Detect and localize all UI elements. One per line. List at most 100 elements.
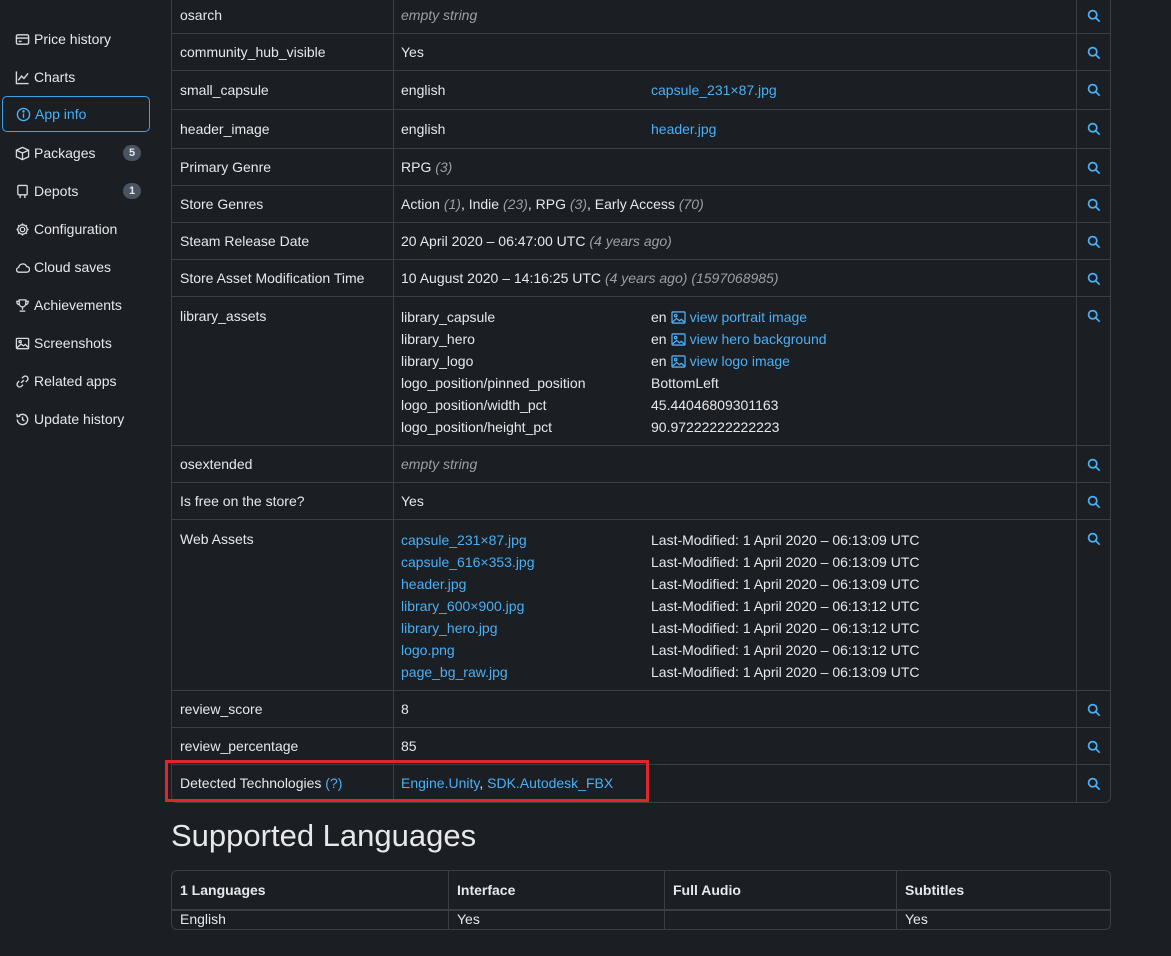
row-value: 85 xyxy=(401,738,417,754)
file-link[interactable]: capsule_616×353.jpg xyxy=(401,551,651,573)
table-row: library_assets library_capsule en view po… xyxy=(172,297,1110,446)
list-item: library_hero en view hero background xyxy=(401,331,827,347)
image-icon xyxy=(670,355,686,368)
sidebar-item-label: Cloud saves xyxy=(34,259,112,275)
search-icon[interactable] xyxy=(1077,520,1110,557)
table-row: header_image english header.jpg xyxy=(172,110,1110,149)
row-key: Primary Genre xyxy=(180,159,272,175)
row-value: Yes xyxy=(401,493,424,509)
sidebar-item-label: Related apps xyxy=(34,373,117,389)
sidebar-item-update-history[interactable]: Update history xyxy=(2,402,150,436)
app-info-table: osarch empty string community_hub_visibl… xyxy=(171,0,1111,803)
row-key: osarch xyxy=(180,7,223,23)
search-icon[interactable] xyxy=(1077,186,1110,223)
sidebar-item-related-apps[interactable]: Related apps xyxy=(2,364,150,398)
search-icon[interactable] xyxy=(1077,71,1110,108)
sidebar-item-configuration[interactable]: Configuration xyxy=(2,212,150,246)
file-link[interactable]: library_hero.jpg xyxy=(401,617,651,639)
view-logo-link[interactable]: view logo image xyxy=(690,353,790,369)
column-header: 1 Languages xyxy=(180,882,266,898)
column-header: Subtitles xyxy=(905,882,965,898)
date-value: 10 August 2020 – 14:16:25 UTC xyxy=(401,270,602,286)
genre-name: Early Access xyxy=(594,196,675,212)
list-item: library_hero.jpg Last-Modified: 1 April 2… xyxy=(401,617,1076,639)
sidebar-item-label: Packages xyxy=(34,145,96,161)
table-row: small_capsule english capsule_231×87.jpg xyxy=(172,71,1110,110)
section-title: Supported Languages xyxy=(171,818,477,853)
link-icon xyxy=(13,373,31,389)
file-link[interactable]: logo.png xyxy=(401,639,651,661)
row-key: header_image xyxy=(180,121,270,137)
search-icon[interactable] xyxy=(1077,483,1110,520)
row-value: 8 xyxy=(401,701,409,717)
row-value: 20 April 2020 – 06:47:00 UTC (4 years ag… xyxy=(401,223,1076,260)
chart-icon xyxy=(13,69,31,85)
sidebar-item-cloud-saves[interactable]: Cloud saves xyxy=(2,250,150,284)
list-item: page_bg_raw.jpg Last-Modified: 1 April 20… xyxy=(401,661,1076,683)
search-icon[interactable] xyxy=(1077,223,1110,260)
file-link[interactable]: header.jpg xyxy=(401,573,651,595)
row-key: Detected Technologies (?) xyxy=(180,775,343,791)
row-key: Store Asset Modification Time xyxy=(180,270,365,286)
language-value: english xyxy=(401,82,446,98)
language-cell: English xyxy=(180,911,226,927)
row-value: 10 August 2020 – 14:16:25 UTC (4 years a… xyxy=(401,260,1076,297)
history-icon xyxy=(13,411,31,427)
search-icon[interactable] xyxy=(1077,149,1110,186)
sidebar-item-label: Price history xyxy=(34,31,112,47)
view-portrait-link[interactable]: view portrait image xyxy=(690,309,808,325)
row-key: small_capsule xyxy=(180,82,269,98)
sidebar-item-price-history[interactable]: Price history xyxy=(2,22,150,56)
table-row: review_score 8 xyxy=(172,691,1110,728)
genre-name: RPG xyxy=(401,159,432,175)
tech-link[interactable]: Engine.Unity xyxy=(401,775,479,791)
row-key: Is free on the store? xyxy=(180,493,305,509)
search-icon[interactable] xyxy=(1077,34,1110,71)
row-key: review_percentage xyxy=(180,738,299,754)
tech-link[interactable]: SDK.Autodesk_FBX xyxy=(487,775,613,791)
search-icon[interactable] xyxy=(1077,0,1110,34)
row-key: osextended xyxy=(180,456,253,472)
file-link[interactable]: library_600×900.jpg xyxy=(401,595,651,617)
web-assets-list: capsule_231×87.jpg Last-Modified: 1 April… xyxy=(401,529,1076,683)
count-badge: 1 xyxy=(123,183,141,199)
list-item: logo_position/pinned_position BottomLeft xyxy=(401,375,719,391)
trophy-icon xyxy=(13,297,31,313)
list-item: library_capsule en view portrait image xyxy=(401,309,808,325)
search-icon[interactable] xyxy=(1077,260,1110,297)
sidebar-item-depots[interactable]: Depots 1 xyxy=(2,174,150,208)
search-icon[interactable] xyxy=(1077,110,1110,147)
file-link[interactable]: page_bg_raw.jpg xyxy=(401,661,651,683)
list-item: capsule_616×353.jpg Last-Modified: 1 Apri… xyxy=(401,551,1076,573)
sidebar-item-achievements[interactable]: Achievements xyxy=(2,288,150,322)
table-row: osextended empty string xyxy=(172,446,1110,483)
row-value: Engine.Unity, SDK.Autodesk_FBX xyxy=(401,775,614,791)
count-badge: 5 xyxy=(123,145,141,161)
language-value: english xyxy=(401,121,446,137)
row-key: community_hub_visible xyxy=(180,44,326,60)
search-icon[interactable] xyxy=(1077,765,1110,802)
sidebar-item-app-info[interactable]: App info xyxy=(2,96,150,132)
search-icon[interactable] xyxy=(1077,728,1110,765)
genre-name: Action xyxy=(401,196,440,212)
date-value: 20 April 2020 – 06:47:00 UTC xyxy=(401,233,586,249)
list-item: logo.png Last-Modified: 1 April 2020 – 06… xyxy=(401,639,1076,661)
table-row: Detected Technologies (?) Engine.Unity, … xyxy=(172,765,1110,802)
search-icon[interactable] xyxy=(1077,297,1110,334)
search-icon[interactable] xyxy=(1077,446,1110,483)
file-link[interactable]: capsule_231×87.jpg xyxy=(401,529,651,551)
sidebar-item-packages[interactable]: Packages 5 xyxy=(2,136,150,170)
list-item: logo_position/height_pct 90.972222222222… xyxy=(401,419,780,435)
file-link[interactable]: capsule_231×87.jpg xyxy=(651,71,777,110)
search-icon[interactable] xyxy=(1077,691,1110,728)
row-key: Store Genres xyxy=(180,196,264,212)
sidebar-item-screenshots[interactable]: Screenshots xyxy=(2,326,150,360)
table-row: review_percentage 85 xyxy=(172,728,1110,765)
file-link[interactable]: header.jpg xyxy=(651,110,716,149)
view-hero-link[interactable]: view hero background xyxy=(690,331,827,347)
help-link[interactable]: (?) xyxy=(325,775,342,791)
sidebar-item-label: Achievements xyxy=(34,297,122,313)
table-row: Store Asset Modification Time 10 August … xyxy=(172,260,1110,297)
list-item: header.jpg Last-Modified: 1 April 2020 – … xyxy=(401,573,1076,595)
sidebar-item-charts[interactable]: Charts xyxy=(2,60,150,94)
